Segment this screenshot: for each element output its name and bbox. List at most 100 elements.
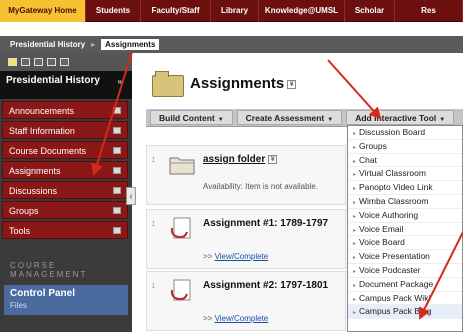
sidebar-item-discussions[interactable]: Discussions [2,181,128,199]
view-complete-line: >> View/Complete [203,314,269,323]
add-interactive-tool-button[interactable]: Add Interactive Tool ▼ [346,110,455,125]
item-title-link[interactable]: assign folder ¥ [203,154,278,165]
tab-mygateway-home[interactable]: MyGateway Home [0,0,86,22]
tab-library[interactable]: Library [211,0,259,22]
sidebar-item-label: Assignments [9,166,61,176]
content-item-folder: ↕ assign folder ¥ Availability: Item is n… [146,145,346,205]
menu-option-campus-pack-blog[interactable]: ▸ Campus Pack Blog [348,305,462,320]
course-management-heading: COURSE MANAGEMENT [10,261,88,279]
menu-option-virtual-classroom[interactable]: ▸ Virtual Classroom [348,167,462,182]
item-title: Assignment #2: 1797-1801 [203,280,329,291]
bullet-icon: ▸ [353,282,357,289]
sidebar-item-label: Discussions [9,186,58,196]
bullet-icon: ▸ [353,199,357,206]
assignment-icon [169,278,195,302]
menu-option-voice-podcaster[interactable]: ▸ Voice Podcaster [348,264,462,278]
menu-item-options-icon[interactable] [113,107,121,114]
bullet-icon: ▸ [353,227,357,234]
item-title: Assignment #1: 1789-1797 [203,218,329,229]
sidebar-item-label: Course Documents [9,146,87,156]
breadcrumb-current: Assignments [101,39,160,50]
menu-option-voice-board[interactable]: ▸ Voice Board [348,236,462,251]
view-complete-link[interactable]: View/Complete [215,314,269,323]
sidebar-item-announcements[interactable]: Announcements [2,101,128,119]
bullet-icon: ▸ [353,158,357,165]
sort-icon[interactable] [60,58,69,66]
collapse-menu-button[interactable]: ‹ [126,187,136,205]
drag-handle-icon[interactable]: ↕ [151,218,156,228]
bullet-icon: ▸ [353,296,357,303]
content-item-assignment-2: ↕ Assignment #2: 1797-1801 >> View/Compl… [146,271,346,331]
menu-item-options-icon[interactable] [113,147,121,154]
menu-option-voice-authoring[interactable]: ▸ Voice Authoring [348,209,462,223]
assignment-icon [169,216,195,240]
bullet-icon: ▸ [353,310,357,317]
menu-option-groups[interactable]: ▸ Groups [348,140,462,154]
menu-item-options-icon[interactable] [113,227,121,234]
bullet-icon: ▸ [353,172,357,179]
chevron-down-icon[interactable]: ¥ [268,154,278,164]
control-panel[interactable]: Control Panel Files [4,285,128,315]
menu-option-chat[interactable]: ▸ Chat [348,154,462,168]
tab-faculty-staff[interactable]: Faculty/Staff [141,0,211,22]
sidebar-item-label: Groups [9,206,39,216]
tab-students[interactable]: Students [86,0,141,22]
menu-option-voice-presentation[interactable]: ▸ Voice Presentation [348,250,462,264]
chevron-right-icon: » [117,77,122,86]
interactive-tool-menu: ▸ Discussion Board ▸ Groups ▸ Chat ▸ Virtual… [347,125,463,332]
build-content-button[interactable]: Build Content ▼ [150,110,233,125]
chevron-down-icon[interactable]: ¥ [287,79,297,89]
menu-option-voice-email[interactable]: ▸ Voice Email [348,223,462,237]
control-panel-label: Control Panel [10,288,76,299]
menu-option-document-package[interactable]: ▸ Document Package [348,278,462,292]
tab-research[interactable]: Res [395,0,463,22]
folder-icon [152,71,184,97]
page-title-text: Assignments [190,75,285,92]
list-view-icon[interactable] [21,58,30,66]
bullet-icon: ▸ [353,144,357,151]
bullet-icon: ▸ [353,213,357,220]
bullet-icon: ▸ [353,255,357,262]
course-title-label: Presidential History [6,75,100,86]
menu-option-discussion-board[interactable]: ▸ Discussion Board [348,126,462,140]
tree-view-icon[interactable] [34,58,43,66]
menu-option-campus-pack-wiki[interactable]: ▸ Campus Pack Wiki [348,292,462,306]
bullet-icon: ▸ [353,241,357,248]
tab-knowledge-umsl[interactable]: Knowledge@UMSL [259,0,345,22]
sidebar-item-label: Tools [9,226,31,236]
sidebar-item-label: Staff Information [9,126,75,136]
course-title[interactable]: Presidential History » [0,71,132,99]
menu-option-panopto-video-link[interactable]: ▸ Panopto Video Link [348,181,462,195]
sidebar-item-groups[interactable]: Groups [2,201,128,219]
breadcrumb: Presidential History ▸ Assignments [0,36,463,53]
menu-item-options-icon[interactable] [113,127,121,134]
folder-view-icon[interactable] [8,58,17,66]
folder-icon [169,152,195,176]
tab-scholar[interactable]: Scholar [345,0,395,22]
refresh-icon[interactable] [47,58,56,66]
menu-item-options-icon[interactable] [113,187,121,194]
bullet-icon: ▸ [353,186,357,193]
breadcrumb-course[interactable]: Presidential History [10,40,85,49]
sidebar-item-course-documents[interactable]: Course Documents [2,141,128,159]
sidebar-item-assignments[interactable]: Assignments [2,161,128,179]
content-item-assignment-1: ↕ Assignment #1: 1789-1797 >> View/Compl… [146,209,346,269]
drag-handle-icon[interactable]: ↕ [151,154,156,164]
item-availability: Availability: Item is not available. [203,182,319,191]
sidebar-item-tools[interactable]: Tools [2,221,128,239]
breadcrumb-separator: ▸ [91,40,96,49]
menu-option-wimba-classroom[interactable]: ▸ Wimba Classroom [348,195,462,209]
drag-handle-icon[interactable]: ↕ [151,280,156,290]
top-navigation: MyGateway Home Students Faculty/Staff Li… [0,0,463,22]
menu-item-options-icon[interactable] [113,167,121,174]
bullet-icon: ▸ [353,268,357,275]
course-menu: Presidential History » Announcements Sta… [0,53,132,332]
bullet-icon: ▸ [353,131,357,137]
create-assessment-button[interactable]: Create Assessment ▼ [236,110,343,125]
sidebar-item-staff-information[interactable]: Staff Information [2,121,128,139]
menu-item-options-icon[interactable] [113,207,121,214]
view-complete-link[interactable]: View/Complete [215,252,269,261]
menu-toolbar [0,53,132,71]
control-panel-files[interactable]: Files [10,301,122,310]
sidebar-item-label: Announcements [9,106,75,116]
